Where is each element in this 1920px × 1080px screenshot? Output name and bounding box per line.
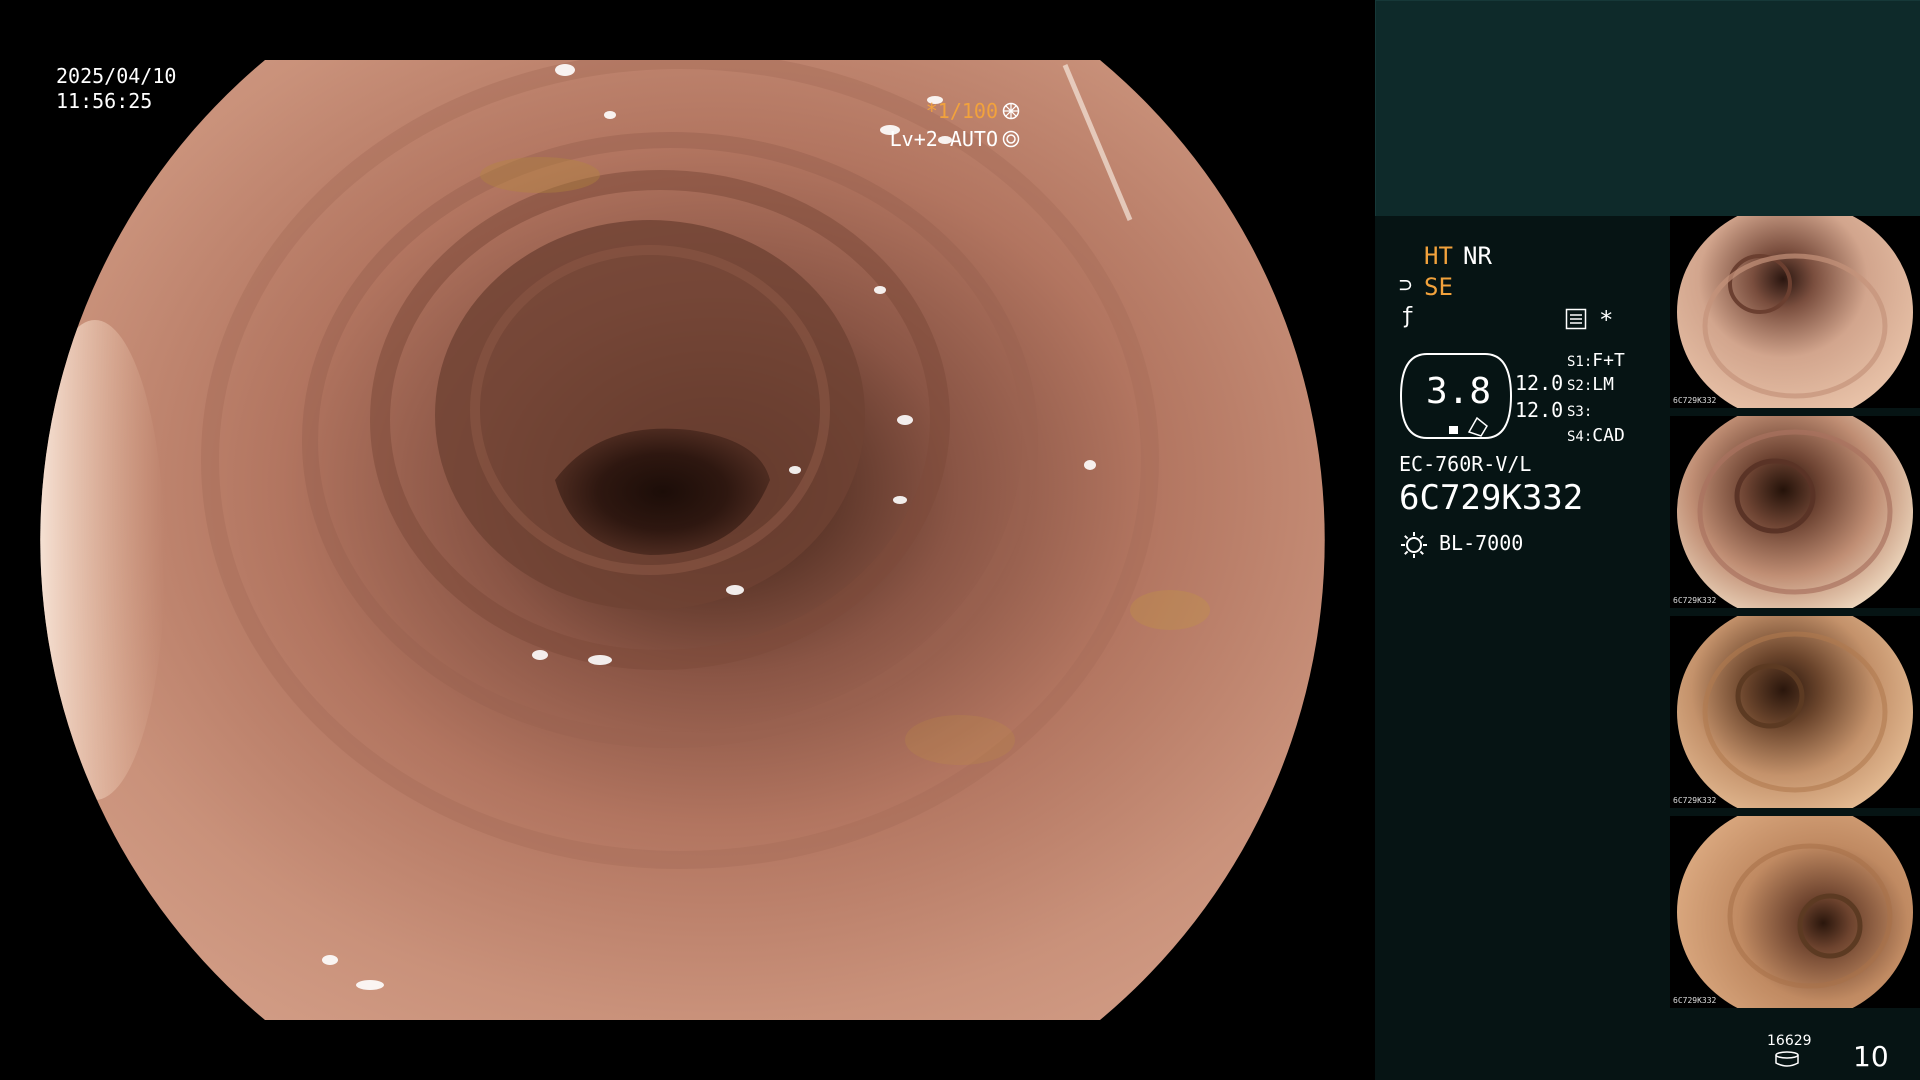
side-panel: HT NR ⊃ SE ƒ * 3.8 12.0 12.0 S1:F+T S2:L… (1375, 0, 1920, 1080)
s2-key: S2: (1567, 378, 1593, 394)
endoscope-image (40, 60, 1325, 1020)
star-icon: * (1599, 306, 1614, 334)
se-icon: ⊃ (1399, 273, 1413, 298)
f-icon: ƒ (1401, 304, 1415, 329)
iris-level-label: Lv+2 AUTO (889, 127, 998, 151)
s3-key: S3: (1567, 404, 1593, 420)
s1-key: S1: (1567, 354, 1593, 370)
nr-indicator: NR (1463, 242, 1492, 270)
s2-setting: S2:LM (1567, 374, 1614, 395)
iris-level: Lv+2 AUTO (890, 127, 1020, 151)
thumbnail-3[interactable]: 6C729K332 (1670, 616, 1920, 808)
zoom-value: 3.8 (1426, 371, 1492, 412)
thumbnail-serial: 6C729K332 (1673, 396, 1717, 405)
thumbnail-serial: 6C729K332 (1673, 996, 1717, 1005)
scope-model: EC-760R-V/L (1399, 452, 1532, 476)
s3-setting: S3: (1567, 400, 1592, 421)
thumbnail-1[interactable]: 6C729K332 (1670, 216, 1920, 408)
s4-key: S4: (1567, 429, 1593, 445)
page-number: 10 (1853, 1040, 1889, 1073)
shutter-label: *1/100 (925, 99, 998, 123)
date-text: 2025/04/10 (56, 64, 177, 88)
thumbnail-serial: 6C729K332 (1673, 596, 1717, 605)
panel-header-area (1375, 0, 1920, 216)
thumbnail-image (1677, 816, 1913, 1008)
endoscopy-monitor: 2025/04/10 11:56:25 *1/100 Lv+2 AUTO HT … (0, 0, 1920, 1080)
disk-icon (1775, 1051, 1799, 1067)
thumbnail-4[interactable]: 6C729K332 (1670, 816, 1920, 1008)
thumbnail-image (1677, 616, 1913, 808)
shutter-icon (1002, 102, 1020, 120)
image-counter: 16629 (1767, 1033, 1812, 1049)
s1-setting: S1:F+T (1567, 350, 1625, 371)
endoscope-view: 2025/04/10 11:56:25 *1/100 Lv+2 AUTO (0, 0, 1375, 1080)
s2-value: LM (1592, 374, 1614, 395)
settings-info: HT NR ⊃ SE ƒ * 3.8 12.0 12.0 S1:F+T S2:L… (1375, 216, 1665, 1080)
se-indicator: SE (1424, 273, 1453, 301)
setting-value-2: 12.0 (1515, 398, 1564, 422)
light-icon (1401, 532, 1427, 558)
auto-iris-icon (1002, 130, 1020, 148)
light-source: BL-7000 (1439, 531, 1524, 555)
s1-value: F+T (1592, 350, 1625, 371)
s4-setting: S4:CAD (1567, 425, 1625, 446)
shutter-speed: *1/100 (926, 99, 1020, 123)
time-text: 11:56:25 (56, 89, 153, 113)
menu-icon (1565, 308, 1587, 330)
s4-value: CAD (1592, 425, 1625, 446)
setting-value-1: 12.0 (1515, 371, 1564, 395)
thumbnail-serial: 6C729K332 (1673, 796, 1717, 805)
thumbnail-image (1677, 216, 1913, 408)
scope-serial: 6C729K332 (1399, 478, 1584, 518)
thumbnail-image (1677, 416, 1913, 608)
thumbnail-2[interactable]: 6C729K332 (1670, 416, 1920, 608)
ht-indicator: HT (1424, 242, 1453, 270)
